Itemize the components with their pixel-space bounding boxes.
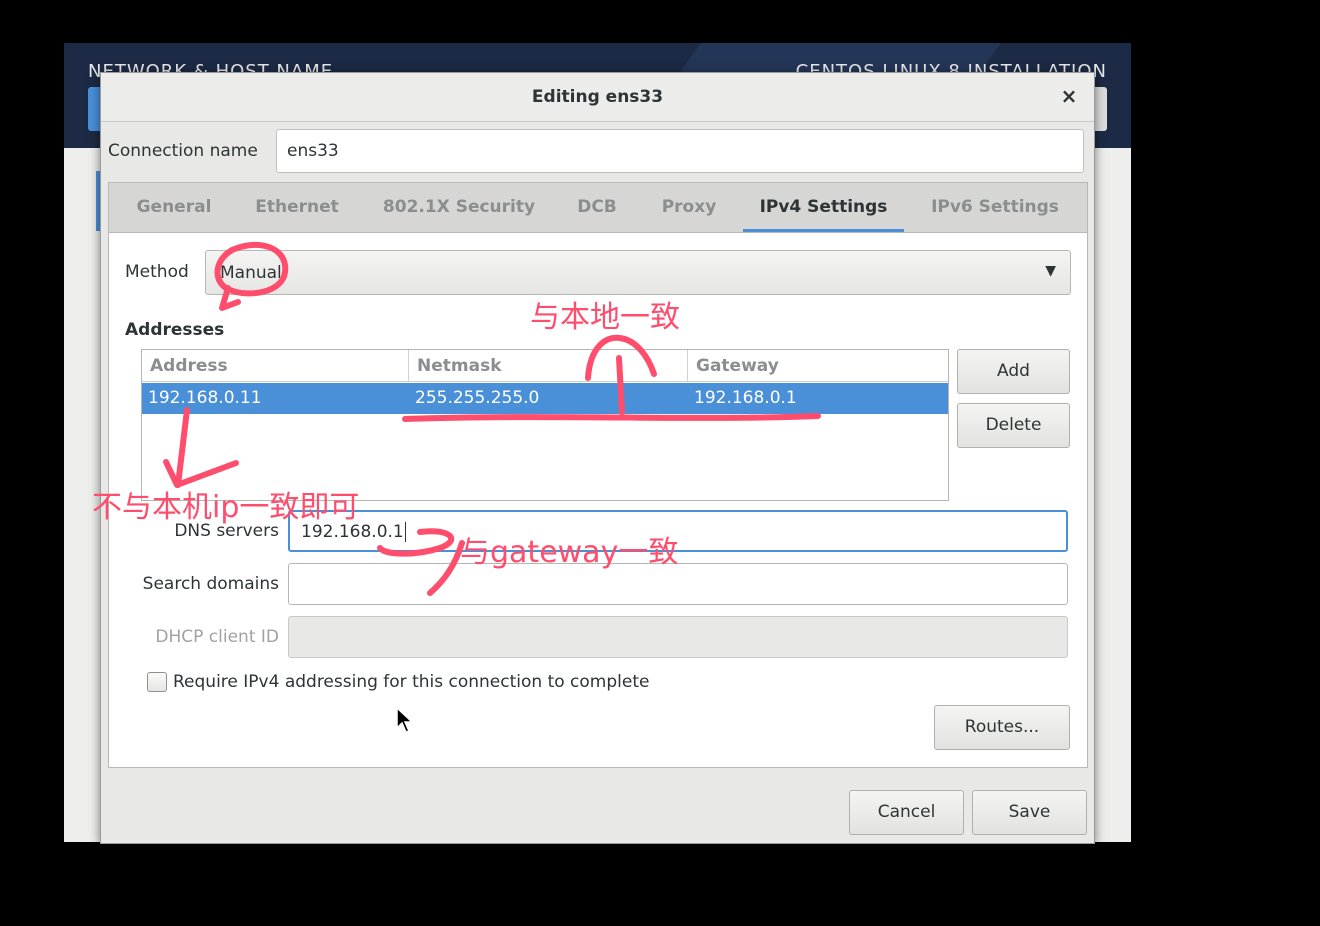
method-dropdown[interactable]: Manual ▼ (205, 250, 1071, 295)
close-icon[interactable]: × (1058, 85, 1080, 107)
netmask-cell[interactable]: 255.255.255.0 (409, 383, 688, 414)
dialog-title: Editing ens33 (531, 87, 664, 107)
tab-ipv6-settings[interactable]: IPv6 Settings (919, 183, 1071, 232)
add-address-button[interactable]: Add (957, 349, 1070, 394)
search-domains-input[interactable] (288, 563, 1068, 605)
delete-address-button[interactable]: Delete (957, 403, 1070, 448)
search-domains-label: Search domains (142, 574, 279, 594)
mouse-pointer-icon (396, 707, 414, 733)
connection-name-input[interactable]: ens33 (276, 129, 1084, 173)
dhcp-client-id-input (288, 616, 1068, 658)
routes-button[interactable]: Routes... (934, 705, 1070, 750)
tab-8021x-security[interactable]: 802.1X Security (375, 183, 543, 232)
addresses-table: Address Netmask Gateway 192.168.0.11 255… (141, 349, 949, 501)
tab-ethernet[interactable]: Ethernet (247, 183, 347, 232)
method-label: Method (125, 262, 189, 282)
settings-notebook: General Ethernet 802.1X Security DCB Pro… (108, 182, 1088, 768)
editing-connection-dialog: Editing ens33 × Connection name ens33 Ge… (100, 72, 1095, 844)
gateway-cell[interactable]: 192.168.0.1 (688, 383, 948, 414)
dns-servers-input[interactable]: 192.168.0.1 (288, 510, 1068, 552)
address-cell[interactable]: 192.168.0.11 (142, 383, 409, 414)
text-caret (404, 522, 406, 542)
chevron-down-icon: ▼ (1045, 263, 1056, 279)
table-row[interactable]: 192.168.0.11 255.255.255.0 192.168.0.1 (142, 383, 948, 414)
tab-bar: General Ethernet 802.1X Security DCB Pro… (109, 183, 1087, 233)
tab-dcb[interactable]: DCB (569, 183, 625, 232)
connection-name-label: Connection name (108, 141, 258, 161)
cancel-button[interactable]: Cancel (849, 790, 964, 835)
dns-servers-label: DNS servers (174, 521, 279, 541)
dialog-titlebar: Editing ens33 × (101, 73, 1094, 122)
require-ipv4-label[interactable]: Require IPv4 addressing for this connect… (173, 672, 649, 692)
tab-proxy[interactable]: Proxy (649, 183, 729, 232)
tab-general[interactable]: General (129, 183, 219, 232)
method-selected-value: Manual (220, 263, 282, 283)
dns-servers-value: 192.168.0.1 (301, 522, 404, 542)
column-header-address[interactable]: Address (142, 350, 409, 382)
save-button[interactable]: Save (972, 790, 1087, 835)
column-header-netmask[interactable]: Netmask (409, 350, 688, 382)
addresses-heading: Addresses (125, 320, 225, 340)
tab-ipv4-settings[interactable]: IPv4 Settings (743, 183, 904, 232)
require-ipv4-checkbox[interactable] (147, 672, 167, 692)
column-header-gateway[interactable]: Gateway (688, 350, 948, 382)
dhcp-client-id-label: DHCP client ID (155, 627, 279, 647)
